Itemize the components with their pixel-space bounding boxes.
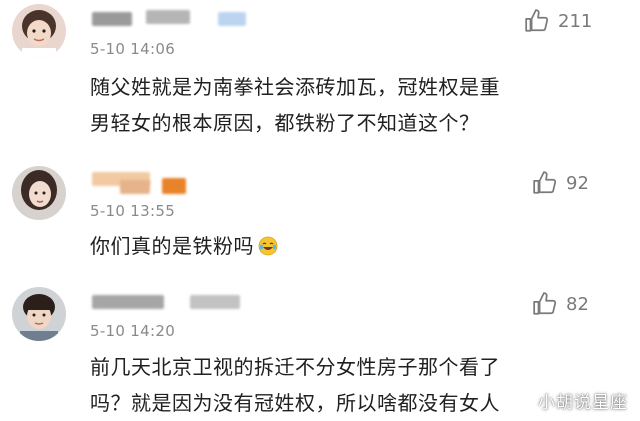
comment-timestamp: 5-10 14:06 — [90, 40, 176, 58]
like-button[interactable]: 211 — [524, 6, 592, 36]
username-obscured — [146, 10, 190, 24]
username-obscured — [120, 180, 150, 194]
comment-timestamp: 5-10 14:20 — [90, 322, 176, 340]
like-count: 92 — [566, 172, 589, 194]
comment-timestamp: 5-10 13:55 — [90, 202, 176, 220]
avatar[interactable] — [12, 287, 66, 341]
avatar[interactable] — [12, 166, 66, 220]
like-button[interactable]: 82 — [532, 289, 589, 319]
username-obscured — [190, 295, 240, 309]
like-count: 82 — [566, 293, 589, 315]
comment-text: 随父姓就是为南拳社会添砖加瓦，冠姓权是重 男轻女的根本原因，都铁粉了不知道这个？ — [90, 75, 500, 135]
comment-item: 92 5-10 13:55 你们真的是铁粉吗 — [0, 150, 640, 275]
laughing-tears-emoji — [258, 231, 278, 256]
username-obscured[interactable] — [92, 295, 164, 309]
comment-item: 211 5-10 14:06 随父姓就是为南拳社会添砖加瓦，冠姓权是重 男轻女的… — [0, 0, 640, 150]
user-badge-obscured — [162, 178, 186, 194]
username-obscured[interactable] — [92, 12, 132, 26]
comment-text: 前几天北京卫视的拆迁不分女性房子那个看了 吗？就是因为没有冠姓权，所以啥都没有女… — [90, 355, 500, 415]
avatar[interactable] — [12, 4, 66, 58]
thumbs-up-icon — [533, 292, 557, 315]
thumbs-up-icon — [533, 171, 557, 194]
watermark: 小胡说星座 — [538, 393, 628, 413]
like-count: 211 — [558, 10, 593, 32]
like-button[interactable]: 92 — [532, 168, 589, 198]
thumbs-up-icon — [525, 9, 549, 32]
comment-text: 你们真的是铁粉吗 — [90, 228, 278, 264]
user-badge-obscured — [218, 12, 246, 26]
